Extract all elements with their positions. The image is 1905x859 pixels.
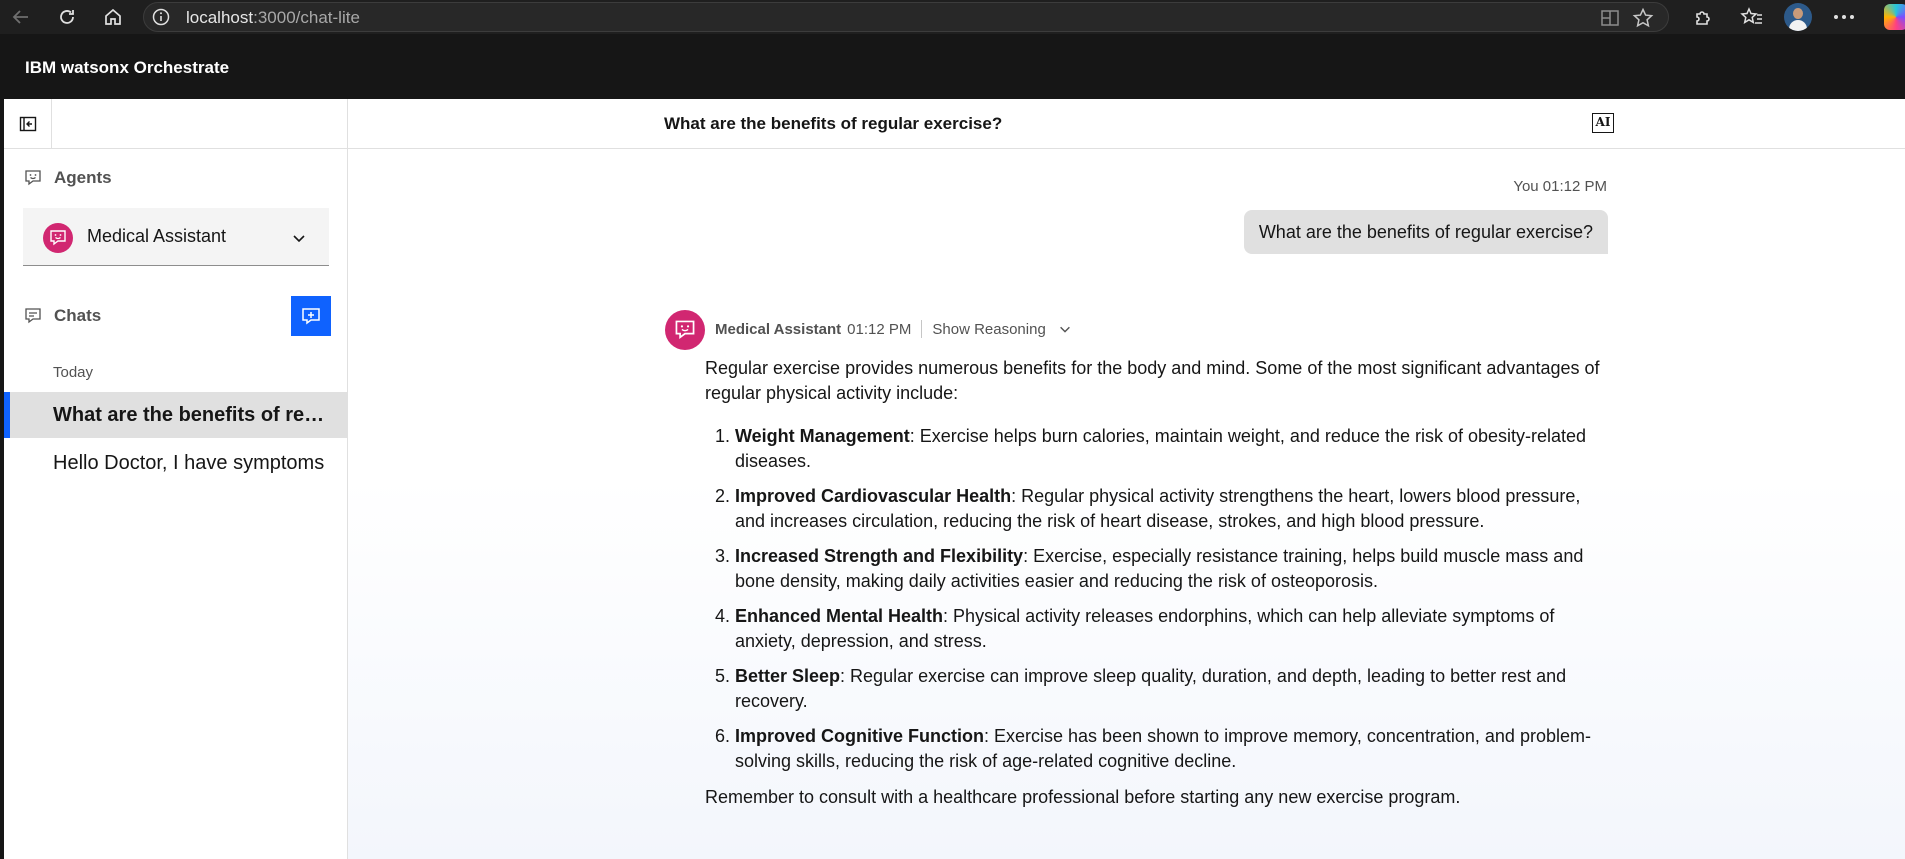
chats-heading-label: Chats (54, 306, 102, 325)
list-item-title: Better Sleep (735, 666, 841, 686)
chat-history-item[interactable]: Hello Doctor, I have symptoms (4, 440, 347, 486)
agent-dropdown-value: Medical Assistant (87, 226, 227, 246)
back-arrow-icon (12, 10, 28, 24)
assistant-name: Medical Assistant (715, 320, 842, 338)
extensions-button[interactable] (1690, 4, 1716, 30)
profile-body (1789, 20, 1807, 31)
reload-icon (60, 10, 74, 24)
list-item-title: Improved Cognitive Function (735, 726, 985, 746)
new-chat-button[interactable] (291, 296, 331, 336)
user-message-meta: You 01:12 PM (1513, 178, 1607, 195)
list-item: Weight Management: Exercise helps burn c… (735, 424, 1615, 474)
assistant-intro: Regular exercise provides numerous benef… (705, 358, 1600, 403)
meta-divider (921, 320, 923, 338)
agents-heading-label: Agents (54, 168, 112, 187)
agent-avatar (43, 223, 73, 253)
list-item-text: : Regular exercise can improve sleep qua… (735, 666, 1567, 711)
profile-avatar[interactable] (1784, 3, 1812, 31)
chat-title: What are the benefits of regular exercis… (664, 114, 1003, 133)
chat-history-item[interactable]: What are the benefits of regular exercis… (4, 392, 347, 438)
agent-icon (25, 170, 41, 186)
favorite-star-icon[interactable] (1632, 7, 1654, 29)
assistant-closing: Remember to consult with a healthcare pr… (705, 787, 1461, 807)
more-button[interactable] (1831, 4, 1857, 30)
list-item: Enhanced Mental Health: Physical activit… (735, 604, 1615, 654)
benefits-list: Weight Management: Exercise helps burn c… (705, 424, 1615, 774)
copilot-icon[interactable] (1884, 4, 1905, 30)
app-header: IBM watsonx Orchestrate (4, 34, 1905, 99)
chats-heading: Chats (24, 304, 101, 328)
new-chat-icon (302, 308, 320, 325)
home-button[interactable] (100, 5, 126, 29)
chevron-down-icon (293, 235, 305, 243)
app-title: IBM watsonx Orchestrate (25, 58, 230, 77)
agent-icon (50, 230, 66, 246)
url-path: :3000/chat-lite (253, 8, 360, 27)
list-item: Increased Strength and Flexibility: Exer… (735, 544, 1615, 594)
home-icon (105, 8, 121, 25)
chat-header: What are the benefits of regular exercis… (348, 99, 1905, 149)
address-bar[interactable]: localhost:3000/chat-lite (143, 2, 1669, 32)
user-message-bubble: What are the benefits of regular exercis… (1243, 210, 1608, 254)
reasoning-chevron-button[interactable] (1058, 322, 1072, 336)
split-screen-icon[interactable] (1599, 7, 1621, 29)
list-item: Better Sleep: Regular exercise can impro… (735, 664, 1615, 714)
profile-face (1793, 8, 1803, 19)
assistant-message-body: Regular exercise provides numerous benef… (705, 356, 1615, 810)
assistant-message-meta: Medical Assistant 01:12 PM Show Reasonin… (715, 320, 1072, 338)
list-item-title: Enhanced Mental Health (735, 606, 944, 626)
url-text: localhost:3000/chat-lite (186, 8, 360, 28)
list-item: Improved Cognitive Function: Exercise ha… (735, 724, 1615, 774)
sidebar: Agents Medical Assistant Chats Today Wha… (4, 99, 348, 859)
browser-toolbar: localhost:3000/chat-lite (0, 0, 1905, 34)
assistant-avatar (665, 310, 705, 350)
chat-panel: What are the benefits of regular exercis… (348, 99, 1905, 859)
back-button[interactable] (8, 5, 34, 29)
date-group-label: Today (53, 364, 94, 381)
list-item-title: Weight Management (735, 426, 910, 446)
url-host: localhost (186, 8, 254, 27)
collapse-sidebar-button[interactable] (4, 99, 52, 149)
favorites-icon (1740, 7, 1762, 24)
agents-heading: Agents (24, 166, 112, 190)
list-item-title: Improved Cardiovascular Health (735, 486, 1012, 506)
list-item: Improved Cardiovascular Health: Regular … (735, 484, 1615, 534)
assistant-timestamp: 01:12 PM (847, 320, 912, 338)
show-reasoning-toggle[interactable]: Show Reasoning (932, 321, 1045, 338)
agent-dropdown[interactable]: Medical Assistant (23, 208, 329, 266)
more-icon (1834, 15, 1854, 19)
info-icon[interactable] (152, 8, 170, 26)
sidebar-top-bar (4, 99, 348, 149)
chevron-down-icon (1059, 326, 1070, 333)
favorites-button[interactable] (1739, 4, 1765, 30)
extensions-icon (1696, 11, 1710, 25)
ai-label-button[interactable]: AI (1592, 113, 1614, 133)
reload-button[interactable] (54, 5, 80, 29)
agent-icon (675, 320, 695, 340)
collapse-sidebar-icon (19, 116, 36, 132)
list-item-title: Increased Strength and Flexibility (735, 546, 1024, 566)
chat-icon (25, 308, 41, 324)
